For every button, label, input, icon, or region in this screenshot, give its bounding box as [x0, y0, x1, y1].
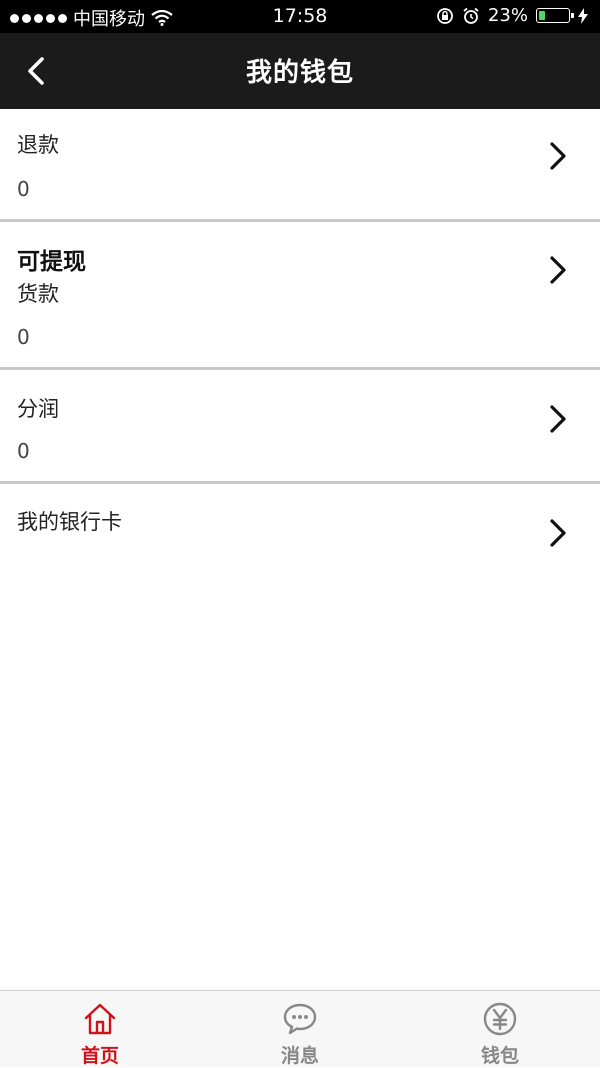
rotation-lock-icon — [437, 7, 453, 24]
tab-home[interactable]: 首页 — [0, 991, 200, 1068]
refund-value: 0 — [17, 177, 30, 201]
battery-level — [539, 11, 545, 20]
wallet-list: 退款 0 可提现 货款 0 分润 0 我的银行卡 — [0, 109, 600, 574]
battery-percent: 23% — [487, 5, 528, 26]
message-icon — [283, 1003, 317, 1035]
wallet-yen-icon — [483, 1002, 517, 1036]
tab-wallet-label: 钱包 — [480, 1045, 519, 1067]
page-title: 我的钱包 — [245, 58, 354, 88]
tab-messages-label: 消息 — [280, 1045, 319, 1067]
profit-share-value: 0 — [17, 439, 30, 463]
goods-payment-label: 货款 — [17, 282, 59, 306]
chevron-right-icon — [550, 405, 566, 433]
list-item-withdrawable[interactable]: 可提现 货款 0 — [0, 222, 600, 370]
battery-icon — [536, 8, 574, 23]
tab-wallet[interactable]: 钱包 — [400, 991, 600, 1068]
list-item-bank-card[interactable]: 我的银行卡 — [0, 484, 600, 574]
home-icon — [84, 1003, 116, 1035]
list-item-profit-share[interactable]: 分润 0 — [0, 370, 600, 484]
tab-home-label: 首页 — [80, 1045, 119, 1067]
tab-messages[interactable]: 消息 — [200, 991, 400, 1068]
refund-label: 退款 — [17, 133, 59, 157]
chevron-right-icon — [550, 142, 566, 170]
withdrawable-heading: 可提现 — [17, 249, 86, 275]
bank-card-label: 我的银行卡 — [17, 510, 122, 534]
chevron-right-icon — [550, 256, 566, 284]
status-right: 23% — [436, 5, 588, 26]
charging-icon — [578, 7, 588, 24]
status-bar: 中国移动 17:58 23% — [0, 0, 600, 33]
profit-share-label: 分润 — [17, 397, 59, 421]
tab-bar: 首页 消息 钱包 — [0, 990, 600, 1067]
alarm-icon — [463, 7, 479, 24]
chevron-right-icon — [550, 519, 566, 547]
withdrawable-value: 0 — [17, 325, 30, 349]
list-item-refund[interactable]: 退款 0 — [0, 109, 600, 222]
navigation-bar: 我的钱包 — [0, 33, 600, 109]
